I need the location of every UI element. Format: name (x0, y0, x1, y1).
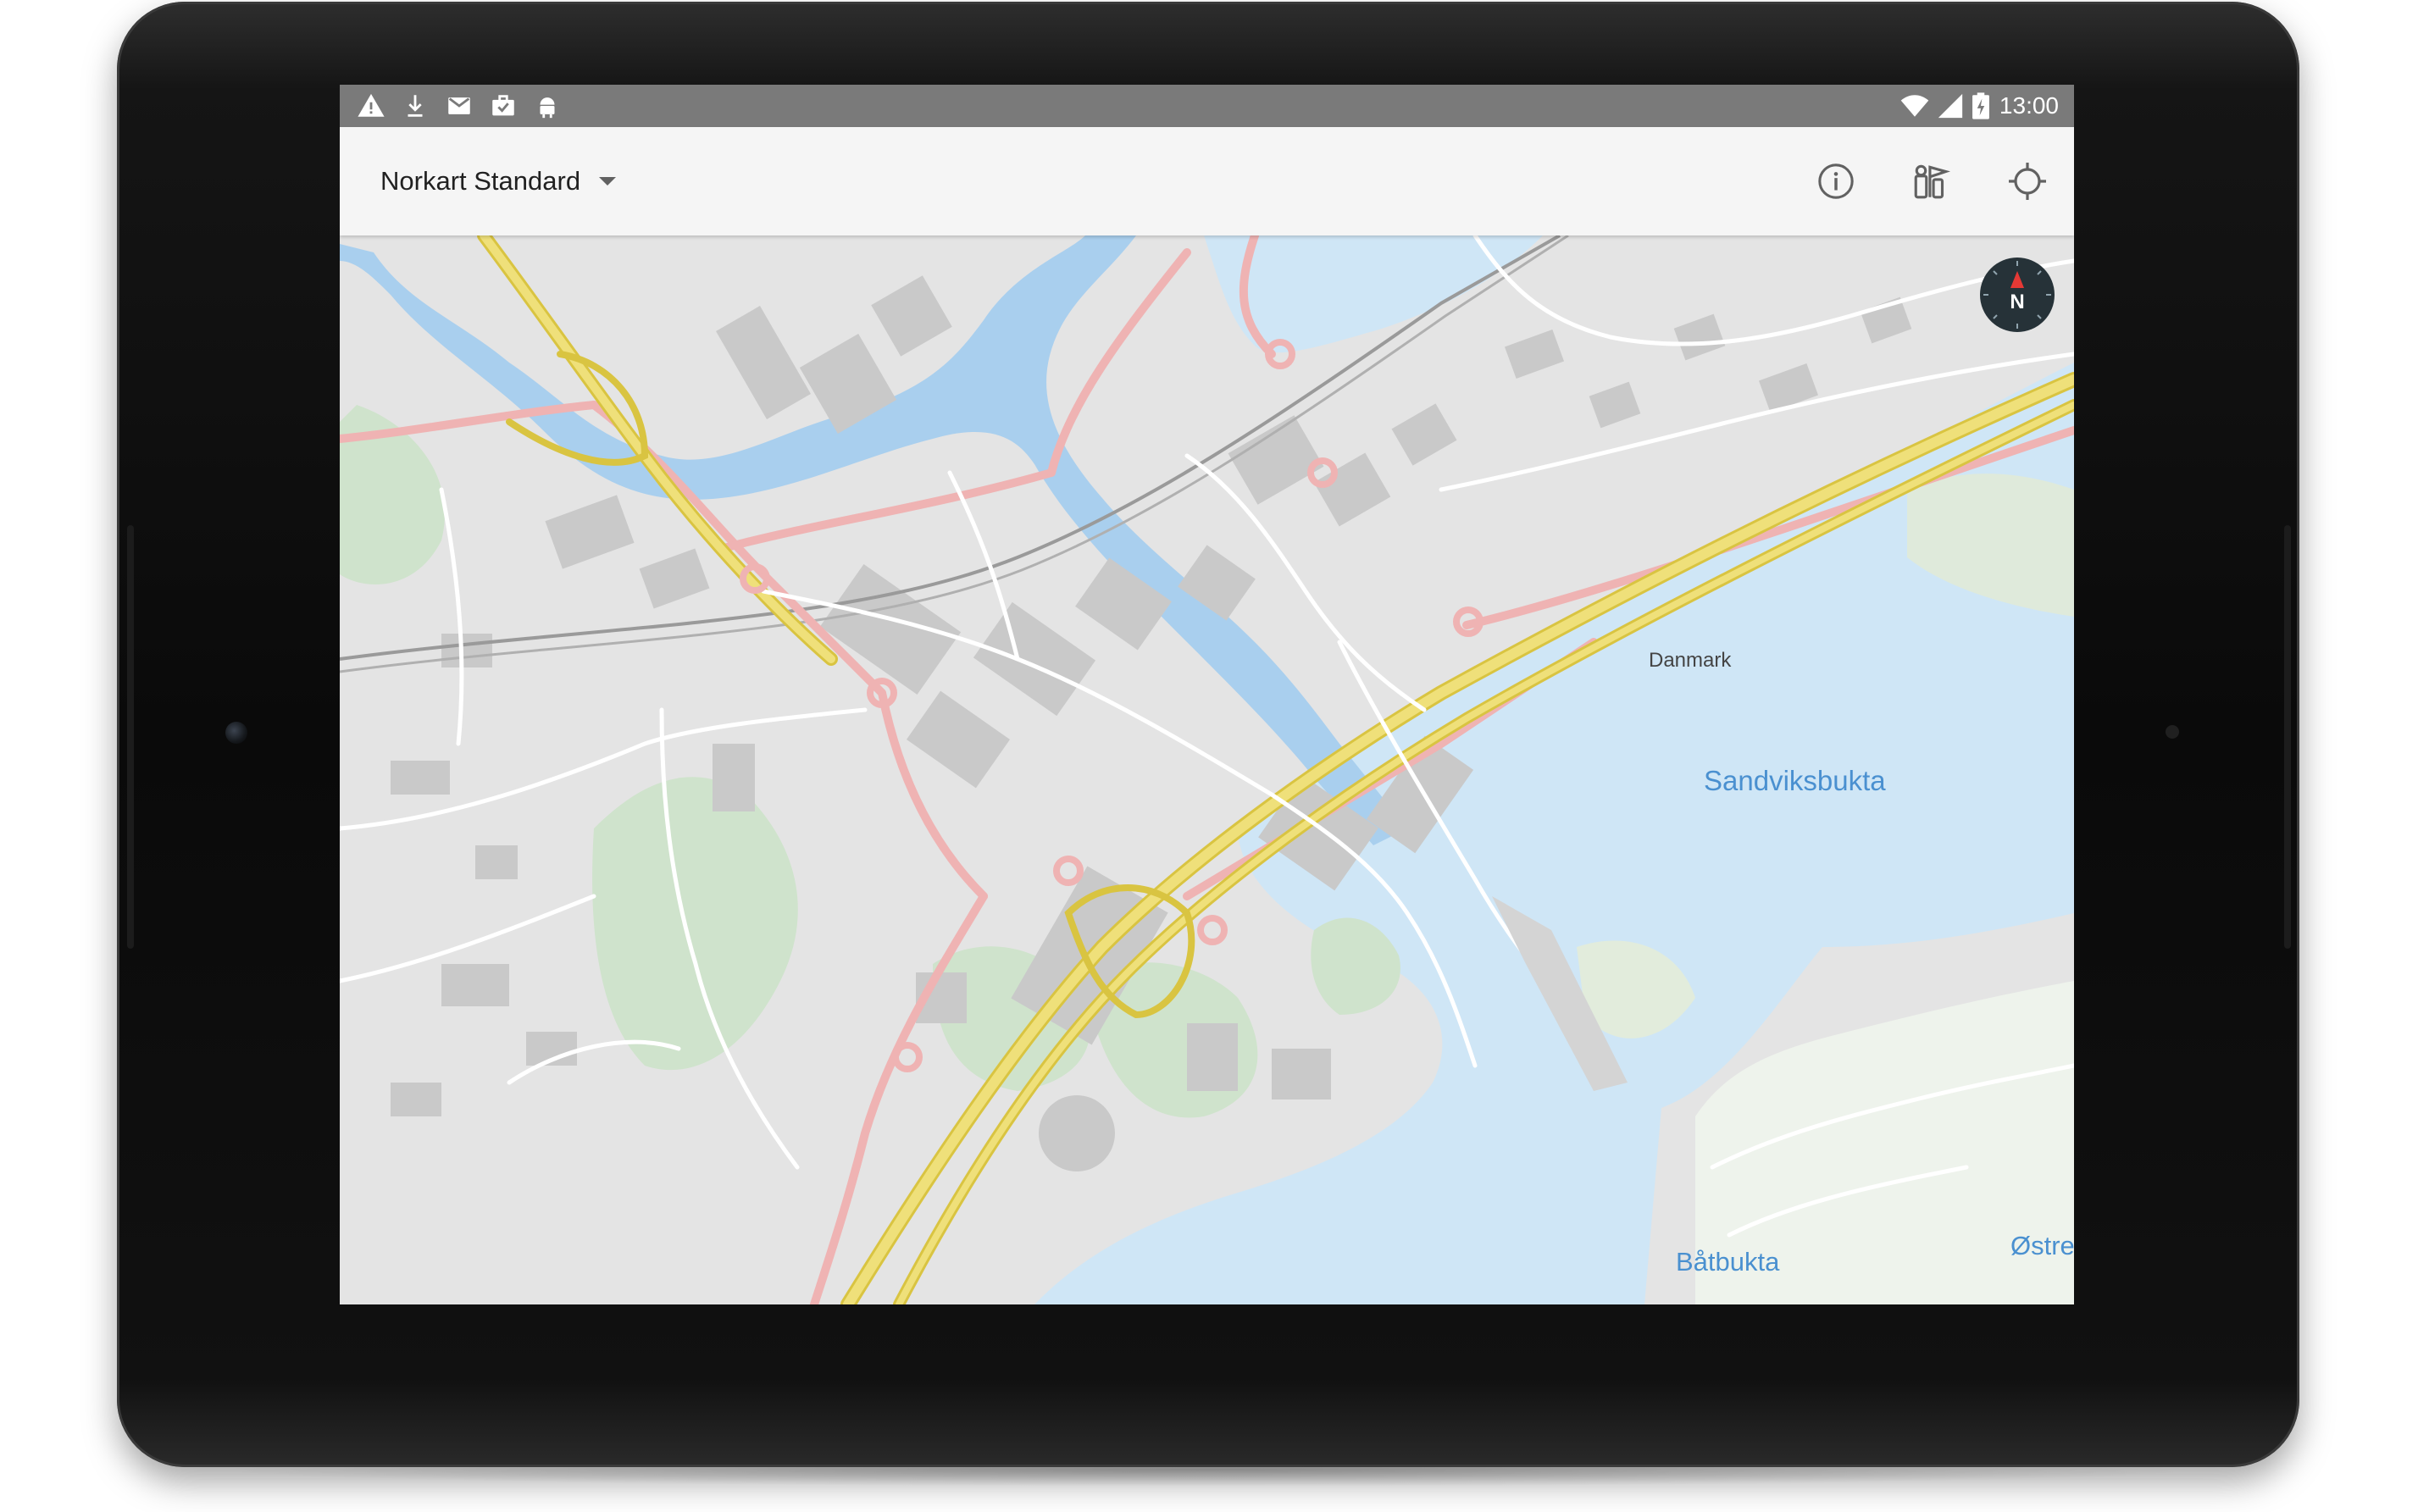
map-canvas[interactable]: Danmark Sandviksbukta Båtbukta Østre (340, 235, 2074, 1304)
water-label-sandviksbukta: Sandviksbukta (1704, 765, 1886, 796)
compass-icon: N (1980, 258, 2055, 332)
status-bar: 13:00 (340, 85, 2074, 127)
water-label-batbukta: Båtbukta (1676, 1247, 1780, 1277)
map-view[interactable]: Danmark Sandviksbukta Båtbukta Østre N (340, 235, 2074, 1304)
my-location-icon (2009, 163, 2046, 200)
map-pins-button[interactable] (1901, 151, 1962, 212)
my-location-button[interactable] (1997, 151, 2058, 212)
download-icon (408, 95, 423, 117)
wifi-icon (1900, 95, 1929, 117)
place-label-danmark: Danmark (1649, 649, 1732, 672)
info-icon (1818, 163, 1854, 199)
front-camera (225, 722, 247, 744)
gmail-icon (448, 97, 470, 114)
android-icon (540, 97, 555, 119)
map-pins-icon (1914, 164, 1951, 199)
map-layer-title: Norkart Standard (380, 166, 581, 196)
cell-signal-icon (1938, 93, 1963, 119)
water-label-ostre: Østre (2010, 1231, 2074, 1260)
volume-button (2284, 525, 2291, 949)
battery-charging-icon (1972, 92, 1989, 119)
info-button[interactable] (1805, 151, 1866, 212)
light-sensor (2166, 725, 2179, 739)
clock: 13:00 (1999, 92, 2059, 119)
compass-north-label: N (2010, 291, 2024, 313)
map-layer-selector[interactable]: Norkart Standard (380, 161, 617, 202)
screen: 13:00 Norkart Standard Danmark Sandviksb… (340, 85, 2074, 1304)
circular-building (1039, 1095, 1115, 1171)
dropdown-arrow-icon (599, 177, 617, 186)
app-bar: Norkart Standard (340, 127, 2074, 235)
briefcase-icon (492, 95, 514, 116)
warning-icon (358, 93, 385, 117)
compass-button[interactable]: N (1978, 256, 2056, 334)
power-button (127, 525, 134, 949)
